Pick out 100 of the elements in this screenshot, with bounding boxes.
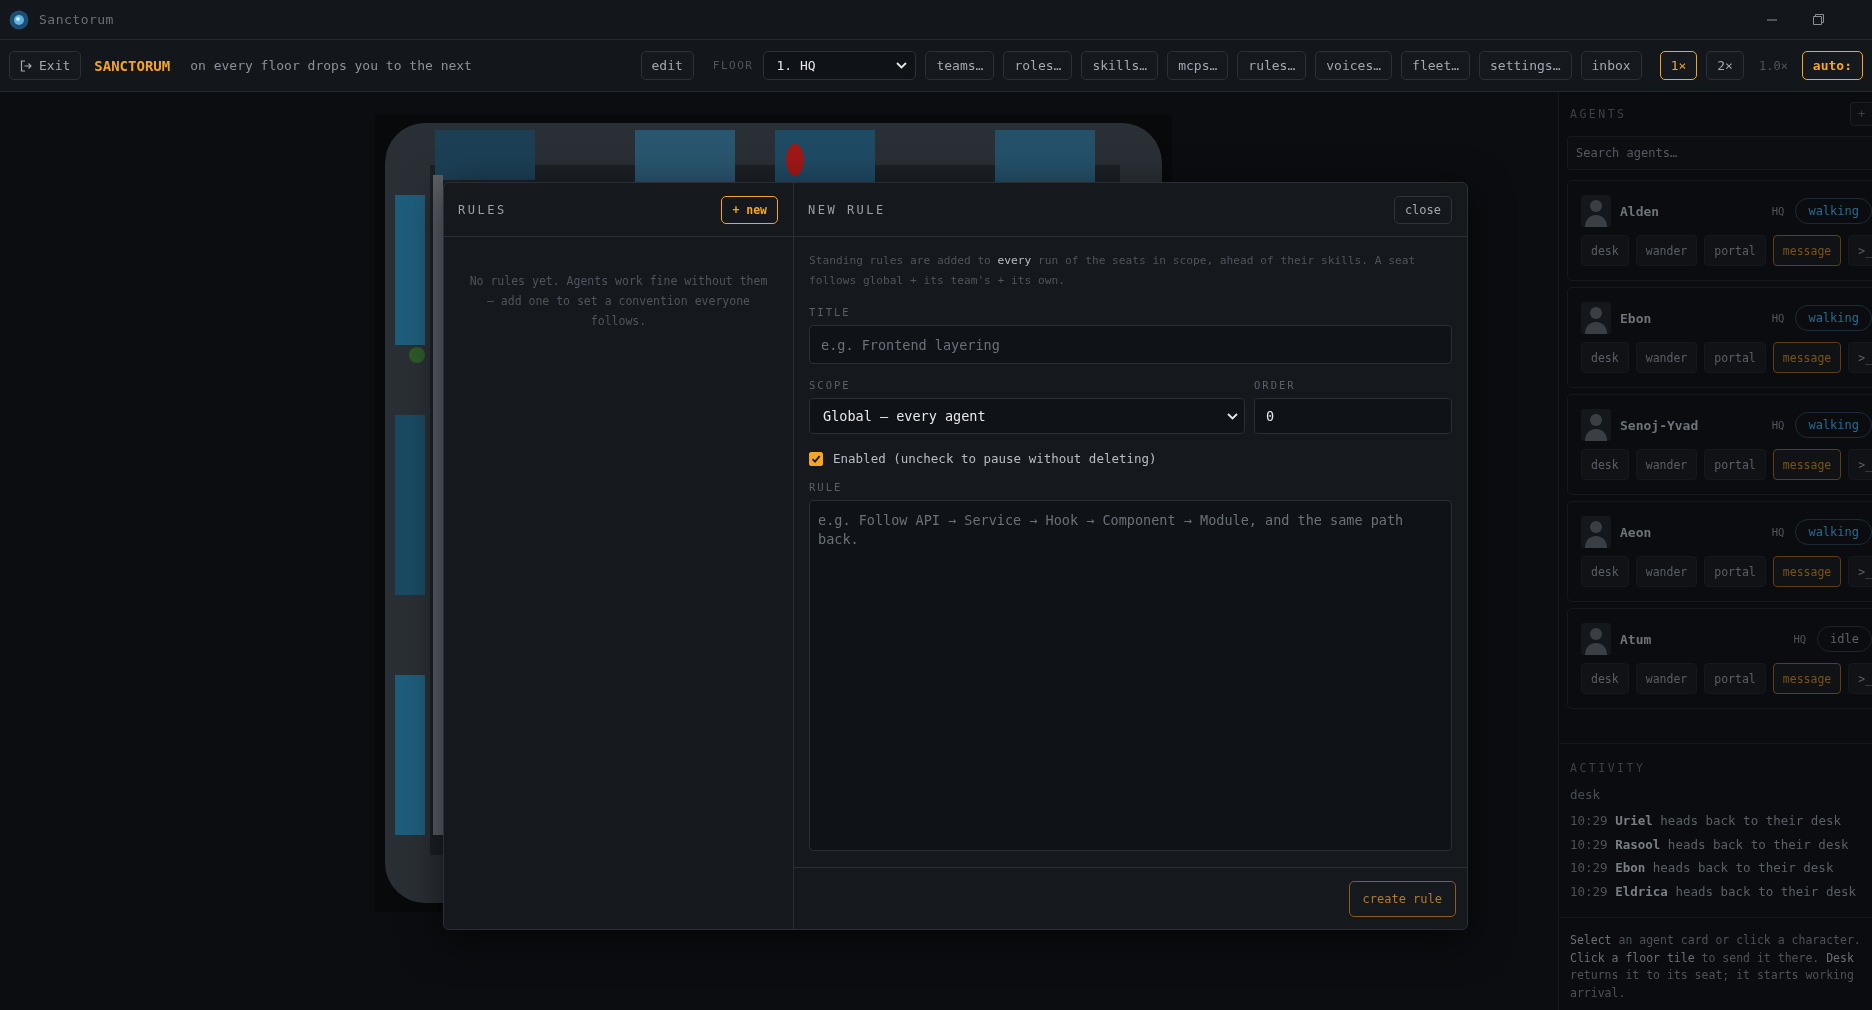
agent-name: Atum: [1620, 631, 1653, 647]
menu-button[interactable]: skills…: [1081, 51, 1159, 80]
panel-title: AGENTS: [1570, 107, 1627, 121]
menu-button[interactable]: mcps…: [1167, 51, 1229, 80]
title-label: TITLE: [809, 306, 852, 318]
action-button[interactable]: wander: [1635, 342, 1698, 373]
help-text: returns it to its seat; it starts working: [1570, 967, 1855, 984]
activity-entry: 10:29 Eldrica heads back to their desk: [1570, 882, 1857, 901]
edit-button[interactable]: edit: [640, 51, 694, 80]
activity-entry: 10:29 Ebon heads back to their desk: [1570, 859, 1835, 877]
chevron-down-icon: [896, 62, 908, 69]
chevron-down-icon: [1227, 412, 1238, 420]
agent-card[interactable]: Alden HQ walking desk wander portal message >_: [1567, 180, 1872, 281]
agent-card[interactable]: Atum HQ idle desk wander portal message >_: [1567, 608, 1872, 709]
action-button[interactable]: desk: [1581, 663, 1629, 694]
avatar-icon: [1581, 516, 1611, 548]
activity-entry: 10:29 Uriel heads back to their desk: [1570, 812, 1842, 830]
action-button[interactable]: message: [1772, 235, 1842, 266]
action-button[interactable]: portal: [1704, 663, 1766, 694]
search-field[interactable]: Search agents…: [1567, 136, 1872, 170]
enabled-label: Enabled (uncheck to pause without deleting): [833, 451, 1157, 466]
panel-title: RULES: [458, 202, 507, 217]
scope-label: SCOPE: [809, 379, 852, 391]
close-button[interactable]: close: [1393, 195, 1452, 224]
agent-floor: HQ: [1771, 526, 1785, 538]
activity-entry: 10:29 Rasool heads back to their desk: [1570, 835, 1850, 854]
exit-button[interactable]: Exit: [9, 51, 82, 80]
floor-label: FLOOR: [712, 59, 754, 72]
menu-button[interactable]: fleet…: [1401, 51, 1471, 80]
action-button[interactable]: >_: [1848, 449, 1872, 480]
help-text: Click a floor tile to send it there. Desk: [1570, 949, 1855, 967]
action-button[interactable]: message: [1772, 556, 1842, 587]
floor-select[interactable]: 1. HQ: [763, 51, 917, 80]
agent-card[interactable]: Ebon HQ walking desk wander portal message >_: [1567, 287, 1872, 388]
action-button[interactable]: message: [1772, 663, 1842, 694]
menu-button[interactable]: inbox: [1580, 51, 1642, 80]
rule-label: RULE: [809, 481, 844, 493]
agent-floor: HQ: [1771, 419, 1785, 431]
form-title: NEW RULE: [808, 202, 886, 217]
action-button[interactable]: desk: [1581, 342, 1629, 373]
empty-message: No rules yet. Agents work fine without them — add one to set a convention everyone follows.: [469, 273, 768, 330]
menu-button[interactable]: settings…: [1479, 51, 1572, 80]
activity-filter: desk: [1570, 787, 1602, 802]
action-button[interactable]: portal: [1704, 556, 1766, 587]
action-button[interactable]: >_: [1848, 663, 1872, 694]
action-button[interactable]: desk: [1581, 449, 1629, 480]
agent-card[interactable]: Aeon HQ walking desk wander portal message >_: [1567, 501, 1872, 602]
section-title: ACTIVITY: [1570, 761, 1647, 775]
agent-name: Senoj-Yvad: [1620, 417, 1700, 433]
speed-button[interactable]: 2×: [1706, 51, 1744, 80]
order-field[interactable]: 0: [1254, 398, 1452, 434]
tagline: on every floor drops you to the next: [190, 58, 472, 73]
action-button[interactable]: >_: [1848, 556, 1872, 587]
menu-button[interactable]: rules…: [1237, 51, 1307, 80]
agent-name: Alden: [1620, 203, 1661, 219]
agent-floor: HQ: [1771, 312, 1785, 324]
agent-name: Aeon: [1620, 524, 1653, 540]
action-button[interactable]: message: [1772, 342, 1842, 373]
intro-text: Standing rules are added to every run of the seats in scope, ahead of their skills. A seat follows global + its team's + its own.: [809, 253, 1417, 289]
menu-button[interactable]: roles…: [1003, 51, 1073, 80]
new-rule-button[interactable]: + new: [721, 195, 778, 224]
window-title: Sanctorum: [39, 12, 114, 27]
avatar-icon: [1581, 302, 1611, 334]
speed-button[interactable]: 1×: [1659, 51, 1698, 80]
avatar-icon: [1581, 623, 1611, 655]
title-field[interactable]: e.g. Frontend layering: [809, 325, 1452, 364]
action-button[interactable]: wander: [1635, 235, 1698, 266]
rule-field[interactable]: e.g. Follow API → Service → Hook → Component → Module, and the same path back.: [809, 500, 1452, 851]
action-button[interactable]: desk: [1581, 556, 1629, 587]
help-text: Select an agent card or click a character.: [1570, 932, 1862, 949]
add-button[interactable]: +: [1850, 102, 1872, 126]
action-button[interactable]: >_: [1848, 235, 1872, 266]
help-text: arrival.: [1570, 984, 1627, 1002]
agent-name: Ebon: [1620, 310, 1653, 326]
action-button[interactable]: portal: [1704, 449, 1766, 480]
agent-floor: HQ: [1793, 633, 1807, 645]
agent-card[interactable]: Senoj-Yvad HQ walking desk wander portal message >_: [1567, 394, 1872, 495]
order-label: ORDER: [1254, 379, 1297, 391]
create-rule-button[interactable]: create rule: [1348, 880, 1456, 917]
avatar-icon: [1581, 409, 1611, 441]
app-brand: SANCTORUM: [94, 57, 171, 74]
menu-button[interactable]: voices…: [1315, 51, 1393, 80]
action-button[interactable]: message: [1772, 449, 1842, 480]
action-button[interactable]: wander: [1635, 556, 1698, 587]
scope-select[interactable]: Global — every agent: [809, 398, 1245, 434]
check-icon: [811, 453, 821, 464]
menu-button[interactable]: teams…: [925, 51, 995, 80]
action-button[interactable]: wander: [1635, 449, 1698, 480]
speed-reading: 1.0×: [1758, 58, 1788, 73]
action-button[interactable]: wander: [1635, 663, 1698, 694]
restore-icon[interactable]: [1812, 13, 1825, 26]
auto-button[interactable]: auto:: [1801, 51, 1863, 80]
agent-floor: HQ: [1771, 205, 1785, 217]
enabled-checkbox[interactable]: [809, 451, 823, 466]
action-button[interactable]: portal: [1704, 342, 1766, 373]
avatar-icon: [1581, 195, 1611, 227]
action-button[interactable]: desk: [1581, 235, 1629, 266]
app-logo-icon: [9, 9, 29, 30]
action-button[interactable]: portal: [1704, 235, 1766, 266]
action-button[interactable]: >_: [1848, 342, 1872, 373]
